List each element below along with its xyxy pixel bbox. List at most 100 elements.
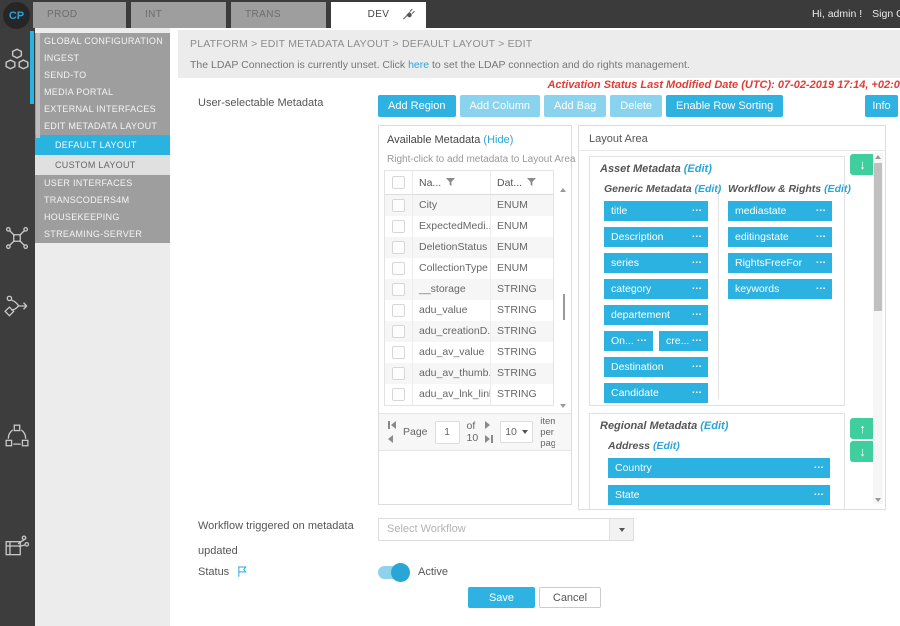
move-section-down-button[interactable]: ↓	[850, 154, 875, 175]
tag-menu-icon[interactable]	[816, 227, 828, 244]
env-tab[interactable]: PROD	[33, 2, 126, 28]
metadata-tag[interactable]: On...	[604, 331, 653, 351]
metadata-tag[interactable]: title	[604, 201, 708, 221]
sidebar-item[interactable]: DEFAULT LAYOUT	[35, 135, 170, 155]
toggle-knob[interactable]	[391, 563, 410, 582]
grid-scrollbar-thumb[interactable]	[563, 294, 565, 320]
row-checkbox[interactable]	[392, 241, 405, 254]
metadata-tag[interactable]: series	[604, 253, 708, 273]
workflow-select[interactable]: Select Workflow	[378, 518, 634, 541]
row-checkbox[interactable]	[392, 304, 405, 317]
distribution-icon[interactable]	[4, 423, 30, 449]
sidebar-item[interactable]: SEND-TO	[35, 67, 170, 84]
media-icon[interactable]	[4, 533, 30, 559]
toolbar-button[interactable]: Enable Row Sorting	[666, 95, 783, 117]
grid-scroll-up-icon[interactable]	[560, 188, 566, 192]
metadata-row[interactable]: DeletionStatus ENUM	[385, 237, 553, 258]
sidebar-item[interactable]: EDIT METADATA LAYOUT	[35, 118, 170, 135]
workflow-icon[interactable]	[4, 293, 30, 319]
tag-menu-icon[interactable]	[637, 331, 649, 348]
layout-area-scrollbar[interactable]	[873, 153, 883, 504]
prev-page-button[interactable]	[388, 435, 396, 443]
sidebar-item[interactable]: STREAMING-SERVER	[35, 226, 170, 243]
move-section-up-button[interactable]: ↑	[850, 418, 875, 439]
sidebar-item[interactable]: TRANSCODERS4M	[35, 192, 170, 209]
page-number-input[interactable]	[435, 421, 460, 444]
sidebar-item[interactable]: MEDIA PORTAL	[35, 84, 170, 101]
metadata-row[interactable]: adu_av_value STRING	[385, 342, 553, 363]
tag-menu-icon[interactable]	[816, 279, 828, 296]
row-checkbox[interactable]	[392, 199, 405, 212]
sign-out-link[interactable]: Sign Out	[872, 8, 900, 20]
last-page-button[interactable]	[485, 435, 493, 443]
metadata-tag[interactable]: State	[608, 485, 830, 505]
env-tab[interactable]: DEV	[331, 2, 426, 28]
tag-menu-icon[interactable]	[692, 383, 704, 400]
row-checkbox[interactable]	[392, 346, 405, 359]
next-page-button[interactable]	[485, 421, 493, 429]
layout-scrollbar-thumb[interactable]	[874, 163, 882, 311]
metadata-tag[interactable]: mediastate	[728, 201, 832, 221]
cancel-button[interactable]: Cancel	[539, 587, 601, 608]
env-tab[interactable]: INT	[131, 2, 226, 28]
sidebar-item[interactable]: USER INTERFACES	[35, 175, 170, 192]
metadata-tag[interactable]: keywords	[728, 279, 832, 299]
toolbar-button[interactable]: Add Bag	[544, 95, 606, 117]
move-section-down-button[interactable]: ↓	[850, 441, 875, 462]
assets-icon[interactable]	[4, 46, 30, 72]
layout-scroll-down-icon[interactable]	[875, 498, 881, 502]
metadata-tag[interactable]: editingstate	[728, 227, 832, 247]
sidebar-scrollbar-thumb[interactable]	[36, 33, 40, 138]
grid-scroll-down-icon[interactable]	[560, 404, 566, 408]
metadata-tag[interactable]: cre...	[659, 331, 708, 351]
tag-menu-icon[interactable]	[816, 201, 828, 218]
grid-scrollbar[interactable]	[559, 188, 568, 408]
toolbar-button[interactable]: Delete	[610, 95, 662, 117]
metadata-tag[interactable]: Country	[608, 458, 830, 478]
env-tab[interactable]: TRANS	[231, 2, 326, 28]
tag-menu-icon[interactable]	[816, 253, 828, 270]
first-page-button[interactable]	[388, 421, 396, 429]
tag-menu-icon[interactable]	[692, 305, 704, 322]
metadata-row[interactable]: City ENUM	[385, 195, 553, 216]
status-toggle[interactable]	[378, 566, 408, 579]
metadata-row[interactable]: __storage STRING	[385, 279, 553, 300]
page-size-select[interactable]: 10	[500, 421, 533, 443]
row-checkbox[interactable]	[392, 262, 405, 275]
workflow-edit-link[interactable]: (Edit)	[824, 183, 851, 195]
metadata-tag[interactable]: departement	[604, 305, 708, 325]
info-button[interactable]: Info	[865, 95, 898, 117]
datatype-filter-icon[interactable]	[527, 178, 536, 187]
breadcrumb[interactable]: PLATFORM > EDIT METADATA LAYOUT > DEFAUL…	[190, 38, 532, 50]
row-checkbox[interactable]	[392, 283, 405, 296]
tag-menu-icon[interactable]	[692, 331, 704, 348]
metadata-tag[interactable]: RightsFreeFor	[728, 253, 832, 273]
tag-menu-icon[interactable]	[692, 253, 704, 270]
asset-edit-link[interactable]: (Edit)	[684, 163, 712, 175]
integrations-icon[interactable]	[4, 225, 30, 251]
row-checkbox[interactable]	[392, 367, 405, 380]
sidebar-item[interactable]: INGEST	[35, 50, 170, 67]
sidebar-item[interactable]: HOUSEKEEPING	[35, 209, 170, 226]
metadata-row[interactable]: ExpectedMedi... ENUM	[385, 216, 553, 237]
tag-menu-icon[interactable]	[692, 357, 704, 374]
tag-menu-icon[interactable]	[814, 485, 826, 502]
address-edit-link[interactable]: (Edit)	[653, 440, 680, 452]
ldap-here-link[interactable]: here	[408, 59, 429, 71]
metadata-tag[interactable]: category	[604, 279, 708, 299]
metadata-tag[interactable]: Candidate	[604, 383, 708, 403]
select-all-checkbox[interactable]	[392, 176, 405, 189]
metadata-row[interactable]: adu_creationD... STRING	[385, 321, 553, 342]
layout-scroll-up-icon[interactable]	[875, 155, 881, 159]
metadata-row[interactable]: adu_av_thumb... STRING	[385, 363, 553, 384]
metadata-tag[interactable]: Description	[604, 227, 708, 247]
regional-edit-link[interactable]: (Edit)	[700, 420, 728, 432]
sidebar-item[interactable]: EXTERNAL INTERFACES	[35, 101, 170, 118]
metadata-tag[interactable]: Destination	[604, 357, 708, 377]
save-button[interactable]: Save	[468, 587, 535, 608]
row-checkbox[interactable]	[392, 325, 405, 338]
name-filter-icon[interactable]	[446, 178, 455, 187]
generic-edit-link[interactable]: (Edit)	[694, 183, 721, 195]
hide-link[interactable]: (Hide)	[483, 134, 513, 146]
metadata-row[interactable]: adu_av_lnk_link STRING	[385, 384, 553, 405]
